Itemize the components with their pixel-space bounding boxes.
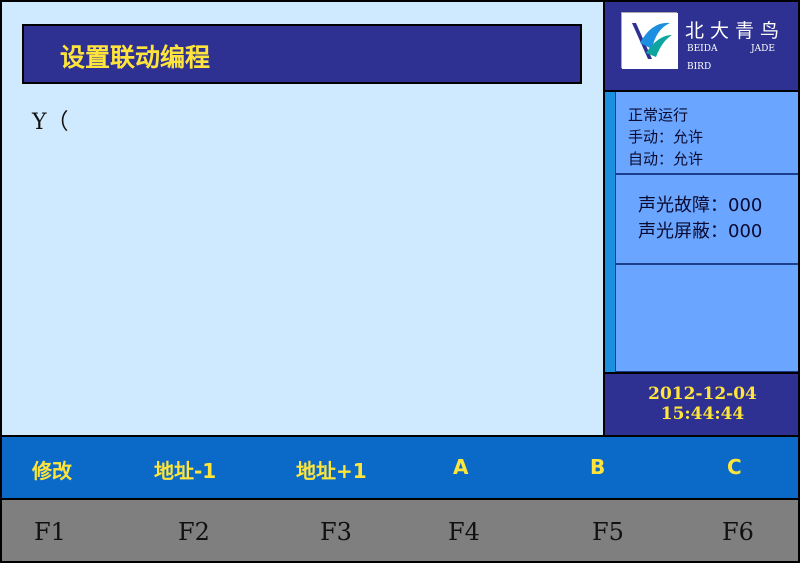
- fkey-label-address-minus[interactable]: 地址-1: [154, 455, 216, 484]
- sound-mask-count: 声光屏蔽：000: [638, 221, 763, 242]
- status-panel: 正常运行 手动：允许 自动：允许 声光故障：000 声光屏蔽：000: [605, 92, 798, 372]
- current-date: 2012-12-04: [648, 384, 757, 404]
- function-label-row: 修改 地址-1 地址+1 A B C: [2, 435, 798, 500]
- fkey-label-c[interactable]: C: [727, 455, 742, 479]
- fkey-label-address-plus[interactable]: 地址+1: [296, 455, 367, 484]
- brand-name-en-right: JADE: [751, 44, 775, 54]
- current-time: 15:44:44: [660, 404, 745, 424]
- brand-name-en-bottom: BIRD: [687, 62, 712, 72]
- fkey-f2[interactable]: F2: [178, 518, 210, 546]
- brand-name-en-left: BEIDA: [687, 44, 718, 54]
- page-title-bar: 设置联动编程: [22, 24, 582, 84]
- main-content-area: 设置联动编程 Y（: [2, 2, 605, 435]
- run-status: 正常运行: [628, 106, 689, 124]
- page-title: 设置联动编程: [60, 43, 211, 72]
- manual-status: 手动：允许: [628, 128, 704, 146]
- fkey-label-a[interactable]: A: [453, 455, 468, 479]
- fkey-f3[interactable]: F3: [320, 518, 352, 546]
- datetime-display: 2012-12-04 15:44:44: [605, 372, 798, 435]
- right-status-column: 北大青鸟 BEIDA JADE BIRD 正常运行 手动：允许 自动：允许 声光…: [605, 2, 798, 435]
- fkey-label-modify[interactable]: 修改: [32, 455, 72, 484]
- fkey-f5[interactable]: F5: [592, 518, 624, 546]
- control-panel-screen: 设置联动编程 Y（ 北大青鸟 BEIDA JADE BIRD 正常运行 手动：允…: [0, 0, 800, 563]
- fkey-f4[interactable]: F4: [448, 518, 480, 546]
- run-status-box: 正常运行 手动：允许 自动：允许: [615, 92, 798, 174]
- sound-fault-count: 声光故障：000: [638, 195, 763, 216]
- fkey-f6[interactable]: F6: [722, 518, 754, 546]
- fault-status-box: 声光故障：000 声光屏蔽：000: [615, 174, 798, 264]
- auto-status: 自动：允许: [628, 150, 704, 168]
- programming-input-line[interactable]: Y（: [32, 104, 69, 136]
- function-key-row: F1 F2 F3 F4 F5 F6: [2, 500, 798, 561]
- fkey-f1[interactable]: F1: [34, 518, 66, 546]
- fkey-label-b[interactable]: B: [590, 455, 605, 479]
- brand-name-cn: 北大青鸟: [685, 20, 786, 42]
- bird-logo-icon: [621, 12, 678, 69]
- brand-logo-area: 北大青鸟 BEIDA JADE BIRD: [605, 2, 798, 92]
- empty-status-box: [615, 264, 798, 372]
